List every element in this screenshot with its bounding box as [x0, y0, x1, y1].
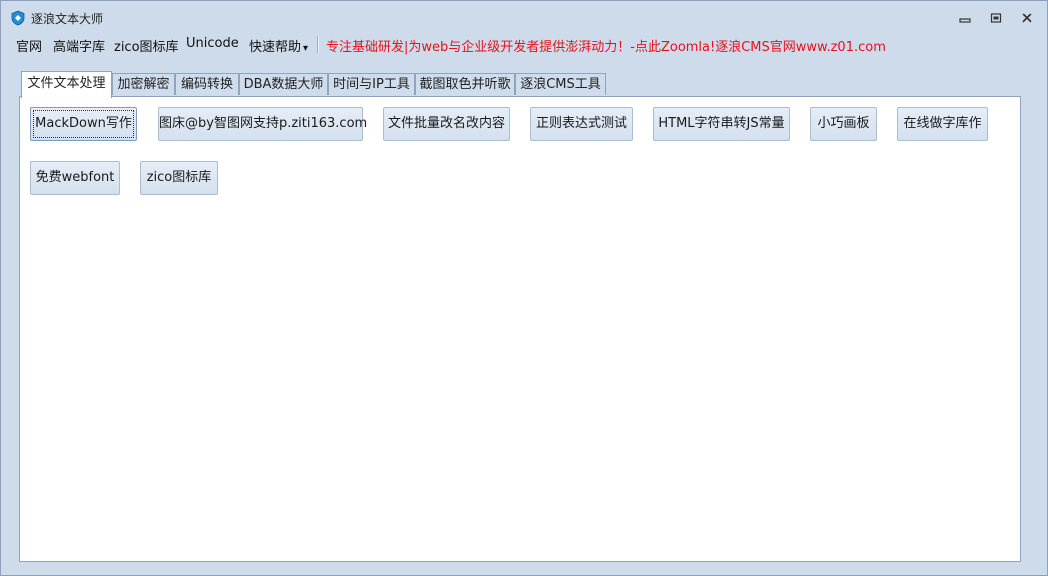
batch-rename-button[interactable]: 文件批量改名改内容: [383, 107, 510, 141]
menu-quick-help-label: 快速帮助: [249, 40, 302, 55]
tab-encrypt-decrypt[interactable]: 加密解密: [112, 73, 175, 95]
tab-encoding[interactable]: 编码转换: [175, 73, 239, 95]
menu-premium-fonts[interactable]: 高端字库: [53, 36, 105, 55]
menu-unicode[interactable]: Unicode: [186, 36, 239, 51]
image-host-button[interactable]: 图床@by智图网支持p.ziti163.com: [158, 107, 367, 141]
tab-dba[interactable]: DBA数据大师: [239, 73, 328, 95]
menu-official-site[interactable]: 官网: [16, 36, 42, 55]
zico-icon-library-button[interactable]: zico图标库: [140, 161, 218, 195]
tab-time-ip[interactable]: 时间与IP工具: [328, 73, 415, 95]
close-icon[interactable]: [1015, 9, 1039, 27]
markdown-button[interactable]: MackDown写作: [30, 107, 137, 141]
window-title: 逐浪文本大师: [31, 12, 104, 26]
menu-quick-help[interactable]: 快速帮助 ▾: [249, 36, 308, 55]
restore-icon[interactable]: [984, 9, 1008, 27]
chevron-down-icon: ▾: [303, 43, 309, 54]
promo-link[interactable]: 专注基础研发|为web与企业级开发者提供澎湃动力！-点此Zoomla!逐浪CMS…: [326, 36, 886, 55]
tab-content-panel: MackDown写作 图床@by智图网支持p.ziti163.com 文件批量改…: [19, 96, 1021, 562]
title-bar: 逐浪文本大师: [1, 1, 1047, 33]
shield-icon: [10, 10, 26, 26]
tab-file-text[interactable]: 文件文本处理: [21, 71, 112, 98]
webfont-button[interactable]: 免费webfont: [30, 161, 120, 195]
online-font-button[interactable]: 在线做字库作: [897, 107, 988, 141]
menu-separator: [317, 36, 319, 53]
minimize-icon[interactable]: [953, 9, 977, 27]
regex-test-button[interactable]: 正则表达式测试: [530, 107, 633, 141]
html-to-js-button[interactable]: HTML字符串转JS常量: [653, 107, 790, 141]
sketchpad-button[interactable]: 小巧画板: [810, 107, 877, 141]
menu-zico-icons[interactable]: zico图标库: [114, 36, 179, 55]
menu-bar: 官网 高端字库 zico图标库 Unicode 快速帮助 ▾ 专注基础研发|为we…: [1, 33, 1047, 55]
tab-cms-tools[interactable]: 逐浪CMS工具: [515, 73, 606, 95]
app-window: 逐浪文本大师 官网 高端字库 zico图标库 Unicode 快速帮助 ▾ 专注基…: [0, 0, 1048, 576]
tab-screenshot-color[interactable]: 截图取色并听歌: [415, 73, 515, 95]
